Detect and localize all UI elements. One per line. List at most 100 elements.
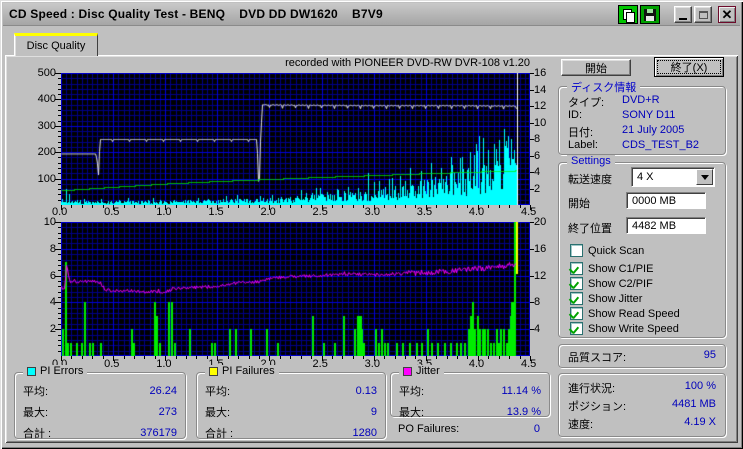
window-title: CD Speed : Disc Quality Test - BENQ DVD …	[9, 7, 383, 21]
axis-tick	[71, 356, 72, 359]
axis-tick-label: 4	[49, 296, 56, 309]
axis-tick	[58, 238, 61, 239]
disc-info-value: SONY D11	[622, 109, 676, 121]
stat-value: 26.24	[149, 384, 177, 397]
maximize-button[interactable]	[694, 6, 712, 23]
transfer-speed-select[interactable]: 4 X	[631, 167, 715, 187]
axis-tick	[58, 200, 61, 201]
axis-tick	[58, 152, 61, 153]
axis-tick	[55, 73, 61, 74]
axis-tick	[144, 205, 145, 208]
axis-tick	[530, 106, 534, 107]
axis-tick	[374, 205, 375, 208]
checkbox-show-c2-pif[interactable]: Show C2/PIF	[570, 277, 653, 290]
axis-tick	[58, 281, 61, 282]
axis-tick	[530, 249, 534, 250]
axis-tick	[58, 260, 61, 261]
axis-tick-label: 1.5	[208, 206, 224, 218]
pi-failures-box: PI Failures 平均: 0.13 最大: 9 合計 : 1280	[196, 365, 386, 440]
jitter-title: Jitter	[416, 365, 440, 377]
axis-tick	[58, 163, 61, 164]
checkbox-quick-scan[interactable]: Quick Scan	[570, 244, 644, 257]
check-icon	[572, 264, 581, 273]
axis-tick	[207, 356, 208, 359]
axis-tick	[405, 205, 406, 208]
exit-button[interactable]: 終了(X)	[654, 57, 724, 77]
transfer-speed-label: 転送速度	[568, 174, 612, 186]
axis-tick	[228, 205, 229, 208]
checkbox-show-write-speed[interactable]: Show Write Speed	[570, 322, 679, 335]
axis-tick	[530, 90, 534, 91]
minimize-button[interactable]	[674, 6, 692, 23]
axis-tick-label: 12	[534, 100, 547, 112]
axis-tick-label: 10	[534, 116, 547, 129]
axis-tick	[61, 205, 62, 208]
end-position-value: 4482 MB	[632, 219, 677, 232]
end-position-field[interactable]: 4482 MB	[626, 217, 706, 234]
axis-tick	[58, 270, 61, 271]
axis-tick-label: 4	[534, 166, 541, 178]
axis-tick	[530, 73, 534, 74]
app-window: CD Speed : Disc Quality Test - BENQ DVD …	[0, 0, 743, 449]
axis-tick	[103, 205, 104, 208]
axis-tick	[530, 329, 534, 330]
axis-tick	[58, 157, 61, 158]
axis-tick-label: 300	[37, 119, 56, 132]
axis-tick	[530, 139, 534, 140]
checkbox-show-read-speed[interactable]: Show Read Speed	[570, 307, 680, 320]
checkbox-box[interactable]	[570, 307, 583, 320]
close-button[interactable]: ✕	[718, 6, 736, 23]
start-button-label: 開始	[585, 62, 607, 75]
start-position-field[interactable]: 0000 MB	[626, 192, 706, 209]
axis-tick	[363, 205, 364, 208]
axis-tick	[353, 356, 354, 359]
axis-tick	[155, 356, 156, 359]
checkbox-box[interactable]	[570, 292, 583, 305]
axis-tick	[436, 205, 437, 208]
axis-tick	[395, 205, 396, 208]
checkbox-box[interactable]	[570, 322, 583, 335]
axis-tick	[144, 356, 145, 359]
checkbox-box[interactable]	[570, 277, 583, 290]
axis-tick	[530, 276, 534, 277]
settings-title: Settings	[567, 155, 615, 167]
start-button[interactable]: 開始	[561, 59, 631, 76]
checkbox-show-jitter[interactable]: Show Jitter	[570, 292, 642, 305]
axis-tick	[447, 205, 448, 208]
axis-tick-label: 0.5	[104, 206, 120, 218]
axis-tick	[92, 205, 93, 208]
axis-tick	[405, 356, 406, 359]
checkbox-show-c1-pie[interactable]: Show C1/PIE	[570, 262, 653, 275]
chevron-down-icon[interactable]	[696, 169, 713, 185]
axis-tick-label: 12	[534, 269, 547, 282]
start-position-label: 開始	[568, 198, 590, 210]
checkbox-box[interactable]	[570, 244, 583, 257]
axis-tick	[530, 189, 534, 190]
axis-tick	[58, 84, 61, 85]
pie-speed-chart	[61, 73, 530, 205]
axis-tick	[58, 194, 61, 195]
axis-tick	[290, 205, 291, 208]
axis-tick	[58, 308, 61, 309]
check-icon	[572, 294, 581, 303]
disc-info-label: タイプ:	[568, 97, 605, 109]
axis-tick	[530, 123, 534, 124]
checkbox-box[interactable]	[570, 262, 583, 275]
axis-tick	[58, 243, 61, 244]
save-button[interactable]	[640, 5, 660, 24]
copy-button[interactable]	[618, 5, 638, 24]
axis-tick	[249, 205, 250, 208]
stat-value: 9	[370, 405, 377, 418]
title-bar[interactable]: CD Speed : Disc Quality Test - BENQ DVD …	[3, 3, 740, 26]
progress-value: 100 %	[684, 380, 716, 392]
axis-tick	[58, 126, 61, 127]
axis-tick	[134, 205, 135, 208]
axis-tick	[113, 356, 114, 359]
disc-info-label: ID:	[568, 109, 583, 121]
tab-disc-quality[interactable]: Disc Quality	[14, 33, 98, 56]
stat-row: 平均: 0.13	[205, 380, 377, 401]
axis-tick-label: 4.5	[521, 358, 537, 370]
end-position-label: 終了位置	[568, 223, 612, 235]
axis-tick	[58, 99, 61, 100]
quality-score-value: 95	[703, 349, 716, 361]
